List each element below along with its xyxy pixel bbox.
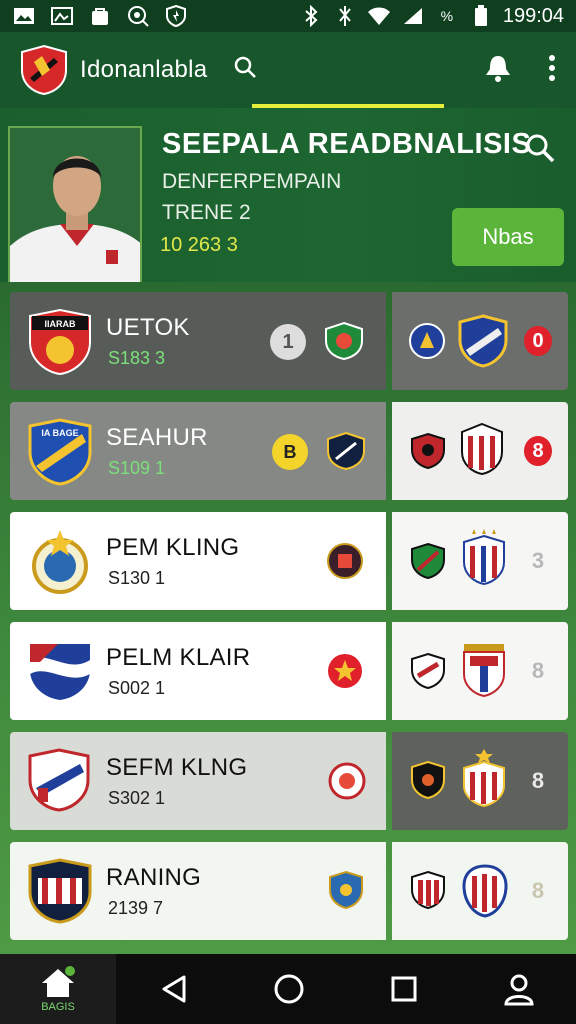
team-name: SEFM KLNG	[106, 754, 248, 781]
bottom-navigation: BAGIS	[0, 954, 576, 1024]
nav-back-button[interactable]	[116, 974, 231, 1004]
club-crest-icon	[462, 864, 508, 918]
nav-recents-button[interactable]	[346, 975, 461, 1003]
team-crest-icon: IIARAB	[29, 308, 91, 376]
team-stat: 2139 7	[108, 898, 164, 918]
app-title: Idonanlabla	[80, 56, 208, 83]
opponent-crest-icon	[327, 431, 365, 471]
app-logo-crest-icon[interactable]	[20, 44, 68, 96]
player-photo	[8, 126, 142, 282]
app-bar: Idonanlabla	[0, 32, 576, 108]
team-row[interactable]: IIARAB UETOK S183 3 1 0	[10, 292, 568, 390]
battery-icon	[469, 5, 493, 26]
hero-stat: 10 263 3	[160, 234, 238, 256]
back-triangle-icon	[162, 975, 185, 1003]
nav-profile-button[interactable]	[461, 972, 576, 1006]
team-stat: S183 3	[108, 348, 166, 368]
team-row[interactable]: PELM KLAIR S002 1 8	[10, 622, 568, 720]
team-stat: S002 1	[108, 678, 166, 698]
club-badge-icon	[411, 432, 445, 470]
club-crest-icon	[463, 749, 505, 808]
image-notification-icon	[50, 6, 74, 26]
wifi-icon	[367, 6, 391, 26]
vibrate-icon	[333, 6, 357, 26]
team-crest-icon	[28, 748, 90, 812]
team-crest-icon	[32, 530, 88, 594]
clock: 199:04	[502, 4, 564, 27]
hero-title: SEEPALA READBNALISIS	[162, 128, 532, 160]
team-name: RANING	[106, 864, 202, 891]
score-badge: 0	[524, 326, 552, 356]
club-badge-icon	[411, 870, 445, 910]
team-row[interactable]: RANING 2139 7 8	[10, 842, 568, 940]
shield-notification-icon	[164, 5, 188, 27]
nav-home-label: BAGIS	[41, 1001, 75, 1013]
news-button[interactable]: Nbas	[452, 208, 564, 266]
nav-home-button[interactable]: BAGIS	[0, 954, 116, 1024]
status-bar: % 199:04	[0, 0, 576, 32]
target-notification-icon	[126, 6, 150, 27]
club-badge-icon	[409, 323, 445, 359]
team-name: PEM KLING	[106, 534, 240, 561]
opponent-crest-icon	[328, 762, 366, 800]
home-circle-icon	[274, 974, 303, 1004]
hero-secondary-line: TRENE 2	[162, 201, 251, 224]
nav-home-circle-button[interactable]	[231, 973, 346, 1005]
club-crest-icon	[463, 644, 505, 698]
team-crest-icon	[30, 644, 90, 700]
bag-notification-icon	[88, 6, 112, 26]
team-list: IIARAB UETOK S183 3 1 0 IA BAGE SEAHUR S…	[0, 282, 576, 954]
score-badge: 8	[531, 878, 545, 903]
team-name: PELM KLAIR	[106, 644, 251, 671]
hero-subtitle: DENFERPEMPAIN	[162, 170, 342, 193]
team-name: UETOK	[106, 314, 190, 341]
club-badge-icon	[411, 760, 445, 800]
club-crest-icon	[463, 529, 505, 586]
team-stat: S130 1	[108, 568, 166, 588]
team-row[interactable]: SEFM KLNG S302 1 8	[10, 732, 568, 830]
notification-bell-icon[interactable]	[482, 53, 514, 88]
score-badge: 8	[531, 658, 545, 683]
team-row[interactable]: IA BAGE SEAHUR S109 1 B 8	[10, 402, 568, 500]
team-name: SEAHUR	[106, 424, 208, 451]
rank-badge: B	[272, 434, 308, 470]
more-options-icon[interactable]	[548, 54, 556, 87]
club-badge-icon	[411, 652, 445, 690]
opponent-crest-icon	[327, 543, 363, 579]
club-crest-icon	[461, 422, 503, 476]
app-search-icon[interactable]	[233, 55, 257, 86]
crest-label: IIARAB	[45, 319, 76, 329]
team-crest-icon	[28, 858, 92, 924]
team-stat: S109 1	[108, 458, 166, 478]
hero-search-icon[interactable]	[524, 132, 556, 172]
profile-icon	[503, 974, 534, 1006]
home-icon	[42, 966, 75, 997]
score-badge: 3	[531, 548, 545, 573]
score-badge: 8	[531, 768, 545, 793]
club-crest-icon	[458, 314, 508, 368]
opponent-crest-icon	[329, 870, 363, 910]
team-stat: S302 1	[108, 788, 166, 808]
battery-percent-label: %	[440, 8, 454, 24]
club-badge-icon	[411, 542, 445, 580]
recents-square-icon	[391, 976, 416, 1002]
team-row[interactable]: PEM KLING S130 1 3	[10, 512, 568, 610]
crest-label: IA BAGE	[41, 428, 78, 438]
photo-notification-icon	[12, 6, 36, 26]
score-badge: 8	[524, 436, 552, 466]
opponent-crest-icon	[325, 321, 363, 361]
team-crest-icon: IA BAGE	[28, 418, 92, 486]
rank-badge: 1	[270, 324, 306, 360]
opponent-crest-icon	[328, 654, 362, 688]
featured-player-banner[interactable]: SEEPALA READBNALISIS DENFERPEMPAIN TRENE…	[0, 108, 576, 282]
bluetooth-icon	[299, 5, 323, 27]
signal-icon	[401, 6, 425, 26]
